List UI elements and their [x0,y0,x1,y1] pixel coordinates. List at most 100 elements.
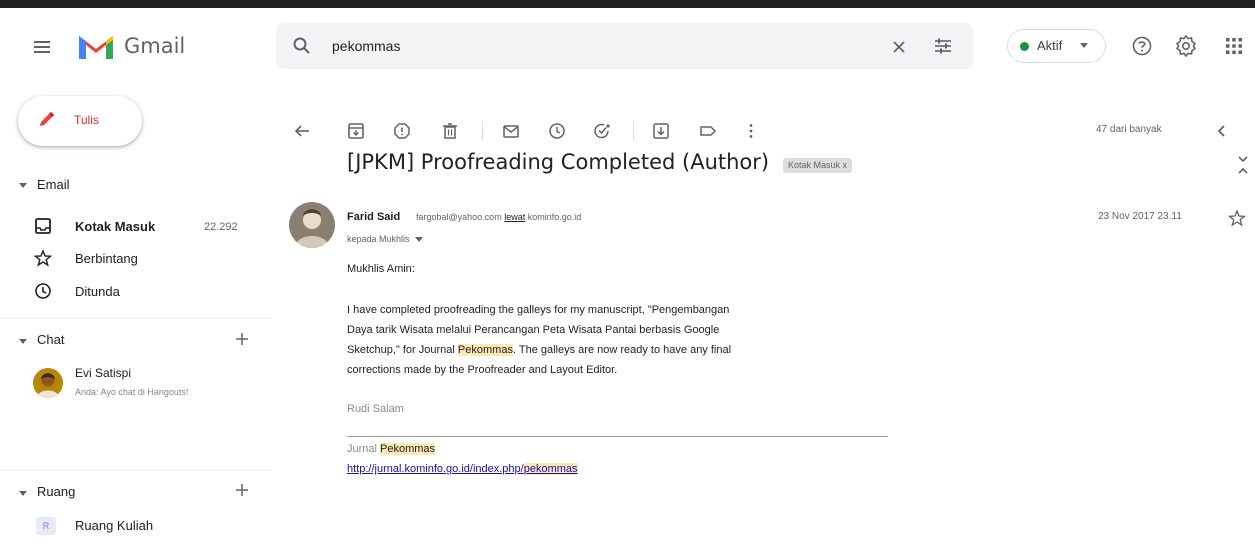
snooze-icon [34,282,52,300]
collapse-rooms-caret-icon[interactable] [19,491,27,497]
inbox-unread-count: 22.292 [204,221,238,233]
toolbar-separator [482,121,483,141]
sidebar-divider [0,318,272,319]
gmail-m-logo-icon [79,36,113,59]
search-input[interactable]: pekommas [332,38,400,54]
sender-details: fargobal@yahoo.com lewat kominfo.go.id [416,212,581,222]
pager-text: 47 dari banyak [1096,124,1162,135]
mail-icon [503,125,519,138]
clear-search-button[interactable] [888,36,910,58]
search-highlight: Pekommas [380,443,436,455]
signature-name: Rudi Salam [347,403,404,415]
newer-button[interactable] [1213,122,1231,140]
avatar[interactable] [33,368,63,398]
search-icon [293,37,310,54]
chat-section-label[interactable]: Chat [37,332,64,347]
expand-all-button[interactable] [1236,154,1250,176]
labels-button[interactable] [699,122,717,140]
collapse-email-caret-icon[interactable] [19,183,27,189]
compose-label: Tulis [74,113,99,127]
more-vert-icon [749,124,753,138]
message-subject: [JPKM] Proofreading Completed (Author) [347,150,770,174]
gmail-logo[interactable] [76,32,116,62]
status-label: Aktif [1037,38,1063,53]
via-link[interactable]: lewat [504,212,525,222]
message-date: 23 Nov 2017 23.11 [1098,211,1182,222]
product-name: Gmail [124,34,186,58]
sidebar-item-inbox[interactable]: Kotak Masuk [75,219,155,234]
email-section-label[interactable]: Email [37,177,70,192]
window-top-border [0,0,1255,8]
room-badge: R [36,517,56,535]
apps-button[interactable] [1224,36,1244,56]
collapse-chat-caret-icon[interactable] [19,339,27,345]
plus-icon [236,484,248,496]
sender-name[interactable]: Farid Said [347,211,400,223]
star-outline-icon [1228,209,1246,227]
message-greeting: Mukhlis Amin: [347,263,415,275]
unfold-icon [1238,156,1248,174]
clock-icon [549,123,565,139]
message-body-line: corrections made by the Proofreader and … [347,364,618,376]
star-icon [34,249,52,267]
signature-journal: Jurnal Pekommas [347,443,436,455]
filter-sliders-icon [935,38,951,54]
chevron-left-icon [1217,125,1225,137]
body-text-fragment: Sketchup," for Journal [347,344,458,356]
mark-unread-button[interactable] [502,122,520,140]
new-chat-button[interactable] [234,331,250,347]
link-prefix: http://jurnal.kominfo.go.id/index.php/ [347,463,524,475]
caret-down-icon [1080,43,1088,49]
pencil-icon [36,108,58,130]
inbox-label-chip[interactable]: Kotak Masuk x [783,158,853,173]
move-to-button[interactable] [652,122,670,140]
via-domain: kominfo.go.id [527,212,582,222]
trash-icon [443,123,457,139]
journal-prefix: Jurnal [347,443,381,455]
support-button[interactable] [1131,35,1153,57]
more-options-button[interactable] [742,122,760,140]
sender-email[interactable]: fargobal@yahoo.com [416,212,502,222]
label-icon [700,126,717,136]
report-spam-button[interactable] [393,122,411,140]
report-spam-icon [394,123,410,139]
help-icon [1132,36,1152,56]
star-message-button[interactable] [1228,209,1246,227]
rooms-section-label[interactable]: Ruang [37,484,75,499]
caret-down-icon [415,236,424,242]
add-task-icon [594,123,610,139]
search-highlight: pekommas [523,463,578,475]
search-highlight: Pekommas [457,344,513,356]
sidebar-item-starred[interactable]: Berbintang [75,251,138,266]
recipient-details[interactable]: kepada Mukhlis [347,234,424,244]
journal-link[interactable]: http://jurnal.kominfo.go.id/index.php/pe… [347,463,578,475]
search-options-button[interactable] [932,35,954,57]
settings-button[interactable] [1174,34,1198,58]
chat-contact-name[interactable]: Evi Satispi [75,366,131,380]
status-dot [1020,42,1029,51]
room-item-name[interactable]: Ruang Kuliah [75,518,153,533]
main-menu-button[interactable] [28,33,56,61]
message-body-line: I have completed proofreading the galley… [347,304,730,316]
sidebar-item-snoozed[interactable]: Ditunda [75,284,120,299]
message-body-line: Daya tarik Wisata melalui Perancangan Pe… [347,324,720,336]
search-button[interactable] [292,36,312,56]
archive-button[interactable] [347,122,365,140]
sender-avatar[interactable] [289,202,335,248]
archive-icon [348,123,364,139]
delete-button[interactable] [441,122,459,140]
message-body-line: Sketchup," for Journal Pekommas. The gal… [347,340,731,360]
plus-icon [236,333,248,345]
sidebar-divider [0,470,272,471]
body-text-fragment: . The galleys are now ready to have any … [512,344,732,356]
gear-icon [1175,34,1197,58]
close-icon [893,41,905,53]
move-to-icon [653,123,669,139]
snooze-button[interactable] [548,122,566,140]
signature-divider [347,436,888,437]
back-button[interactable] [293,122,311,140]
arrow-back-icon [294,125,309,137]
new-room-button[interactable] [234,482,250,498]
add-to-tasks-button[interactable] [593,122,611,140]
chat-contact-preview: Anda: Ayo chat di Hangouts! [75,387,189,397]
